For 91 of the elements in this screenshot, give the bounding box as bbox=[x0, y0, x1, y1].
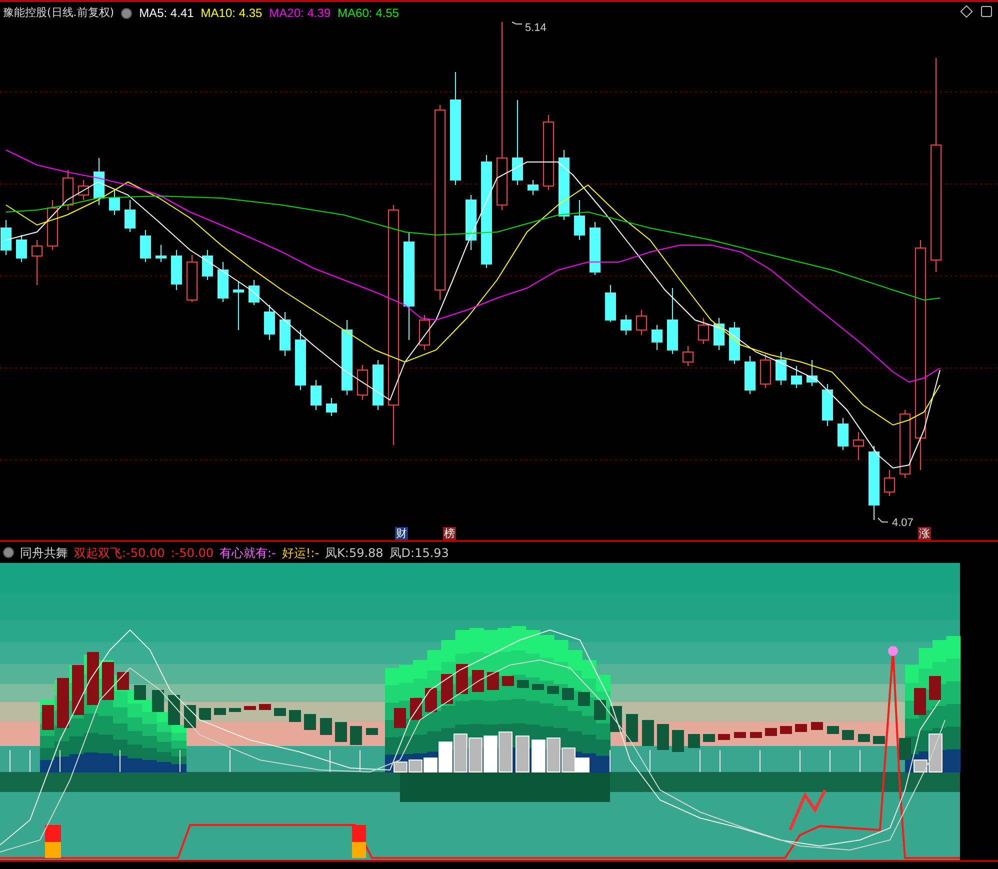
moving-average-reading: MA20: 4.39 bbox=[269, 5, 331, 22]
outlined-bar bbox=[408, 760, 422, 772]
indicator-bar bbox=[102, 662, 114, 700]
indicator-bar bbox=[394, 708, 406, 728]
outlined-bar bbox=[394, 762, 408, 772]
indicator-bar bbox=[532, 684, 544, 690]
outlined-bar bbox=[468, 738, 482, 772]
indicator-bar bbox=[214, 708, 226, 715]
indicator-bar bbox=[842, 730, 854, 740]
event-marker[interactable]: 涨 bbox=[918, 527, 931, 540]
indicator-bar bbox=[117, 672, 129, 690]
indicator-bar bbox=[642, 720, 654, 746]
outlined-bar bbox=[546, 738, 560, 772]
indicator-bar bbox=[274, 708, 286, 716]
indicator-bar bbox=[42, 705, 54, 730]
indicator-bar bbox=[672, 730, 684, 752]
indicator-bar bbox=[152, 690, 164, 712]
indicator-bar bbox=[734, 732, 746, 738]
indicator-bar bbox=[184, 705, 196, 728]
indicator-bar bbox=[594, 700, 606, 720]
leader-line bbox=[512, 22, 522, 24]
outlined-bar bbox=[454, 734, 468, 772]
indicator-bar bbox=[795, 724, 807, 732]
indicator-bar bbox=[688, 734, 700, 748]
indicator-bar bbox=[914, 688, 926, 715]
indicator-bar bbox=[750, 732, 762, 738]
indicator-bar bbox=[134, 685, 146, 700]
outlined-bar bbox=[532, 740, 546, 772]
indicator-reading: 好运!:- bbox=[282, 544, 320, 562]
indicator-bar bbox=[780, 726, 792, 734]
indicator-bar bbox=[718, 734, 730, 740]
flower-marker bbox=[888, 646, 898, 656]
indicator-bar bbox=[657, 724, 669, 750]
indicator-reading: 凤D:15.93 bbox=[389, 544, 449, 562]
indicator-reading: 凤K:59.88 bbox=[325, 544, 384, 562]
indicator-bar bbox=[87, 652, 99, 705]
signal-block bbox=[352, 825, 366, 858]
indicator-bar bbox=[487, 672, 499, 690]
indicator-bar bbox=[168, 695, 180, 725]
high-price-label: 5.14 bbox=[525, 21, 546, 36]
indicator-bar bbox=[502, 676, 514, 686]
indicator-bar bbox=[244, 706, 256, 710]
indicator-bar bbox=[456, 664, 468, 694]
indicator-bar bbox=[578, 692, 590, 706]
low-price-label: 4.07 bbox=[892, 516, 914, 531]
moving-average-reading: MA60: 4.55 bbox=[338, 5, 399, 22]
panel-toggle-icon[interactable] bbox=[981, 6, 992, 17]
signal-block bbox=[45, 825, 61, 858]
indicator-bar bbox=[199, 708, 211, 720]
indicator-bar bbox=[827, 726, 839, 734]
indicator-bar bbox=[350, 726, 362, 745]
indicator-bar bbox=[410, 698, 422, 720]
indicator-bar bbox=[765, 728, 777, 736]
indicator-bar bbox=[873, 736, 885, 744]
zigzag-mark bbox=[788, 789, 826, 831]
indicator-bar bbox=[472, 670, 484, 692]
indicator-bar bbox=[626, 714, 638, 742]
indicator-bar bbox=[366, 728, 378, 735]
indicator-bar bbox=[57, 678, 69, 728]
chart-title: 豫能控股(日线.前复权) bbox=[3, 4, 114, 21]
indicator-bar bbox=[811, 722, 823, 730]
indicator-bar bbox=[335, 722, 347, 742]
indicator-bar bbox=[858, 734, 870, 742]
indicator-bar bbox=[562, 688, 574, 700]
indicator-bar bbox=[72, 665, 84, 715]
indicator-bar bbox=[425, 688, 437, 712]
indicator-bar bbox=[703, 734, 715, 742]
indicator-bar bbox=[320, 718, 332, 735]
clock-icon[interactable] bbox=[3, 547, 14, 558]
indicator-bar bbox=[899, 738, 911, 760]
leader-line bbox=[878, 518, 888, 522]
indicator-bar bbox=[289, 710, 301, 722]
indicator-reading: :-50.00 bbox=[170, 544, 214, 562]
indicator-bar bbox=[517, 680, 529, 688]
indicator-reading: 有心就有:- bbox=[219, 544, 276, 562]
outlined-bar bbox=[484, 736, 498, 772]
indicator-title: 同舟共舞 bbox=[20, 544, 68, 562]
clock-icon[interactable] bbox=[121, 8, 132, 18]
event-marker[interactable]: 榜 bbox=[443, 527, 456, 540]
indicator-bar bbox=[929, 676, 941, 700]
indicator-bar bbox=[547, 686, 559, 694]
indicator-bar bbox=[441, 674, 453, 704]
moving-average-reading: MA10: 4.35 bbox=[200, 5, 262, 22]
indicator-bar bbox=[304, 714, 316, 730]
event-marker[interactable]: 财 bbox=[395, 527, 408, 540]
outlined-bar bbox=[516, 736, 530, 772]
moving-average-reading: MA5: 4.41 bbox=[139, 5, 194, 22]
indicator-reading: 双起双飞:-50.00 bbox=[74, 544, 165, 562]
outlined-bar bbox=[498, 732, 512, 772]
indicator-bar bbox=[259, 704, 271, 710]
indicator-bar bbox=[229, 708, 241, 712]
